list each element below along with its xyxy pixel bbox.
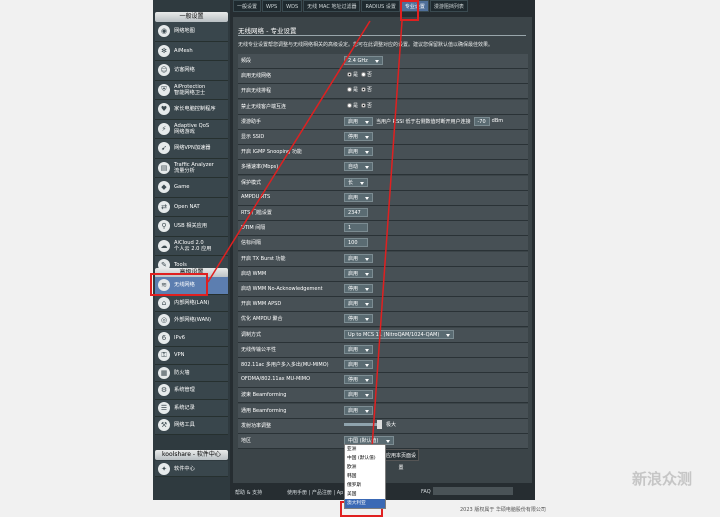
region-option[interactable]: 美国 [345, 490, 385, 499]
region-option[interactable]: 澳大利亚 [345, 499, 385, 508]
arrow-tab-to-dropdown [367, 20, 403, 506]
annotation-arrows [207, 20, 403, 506]
region-option[interactable]: 韩国 [345, 472, 385, 481]
highlight-pro-tab [400, 0, 419, 21]
region-option[interactable]: 中国 (默认值) [345, 454, 385, 463]
region-option[interactable]: 俄罗斯 [345, 481, 385, 490]
region-option[interactable]: 亚洲 [345, 445, 385, 454]
arrow-tab-to-sidebar [207, 20, 371, 283]
highlight-wireless-nav [150, 273, 208, 296]
region-option[interactable]: 欧洲 [345, 463, 385, 472]
region-dropdown-list: 亚洲 中国 (默认值) 欧洲 韩国 俄罗斯 美国 澳大利亚 [344, 444, 386, 509]
